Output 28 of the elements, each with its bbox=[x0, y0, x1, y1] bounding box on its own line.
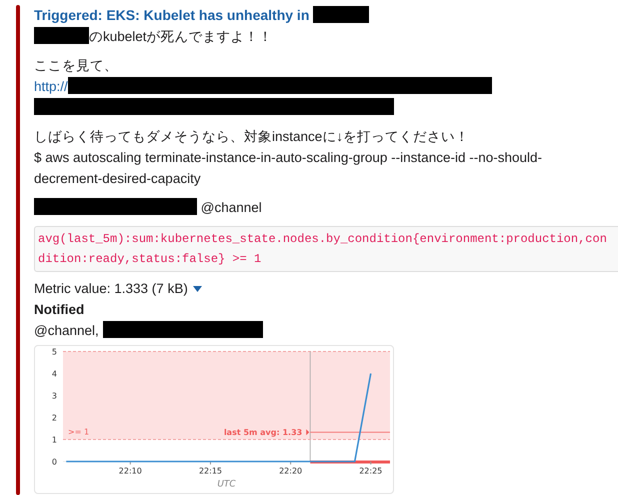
query-code-block: avg(last_5m):sum:kubernetes_state.nodes.by_condition{environment:production,condition:ready,status:false} >= 1 bbox=[34, 226, 618, 272]
caret-icon[interactable] bbox=[192, 286, 202, 292]
threshold-label: >= 1 bbox=[68, 428, 90, 436]
pointer-icon bbox=[306, 429, 310, 436]
message-text: ここを見て、 bbox=[34, 58, 118, 73]
y-tick-label: 1 bbox=[52, 436, 57, 444]
notified-heading: Notified bbox=[34, 301, 86, 319]
metric-value: Metric value: 1.333 (7 kB) bbox=[34, 280, 188, 298]
y-tick-label: 4 bbox=[52, 370, 57, 378]
command-text: $ aws autoscaling terminate-instance-in-auto-scaling-group --instance-id --no-should-decrement-desired-capacity bbox=[34, 150, 542, 186]
x-tick-label: 22:25 bbox=[359, 466, 382, 476]
x-tick-label: 22:20 bbox=[279, 466, 302, 476]
y-tick-label: 0 bbox=[52, 458, 57, 466]
url-link[interactable]: http:// bbox=[34, 79, 68, 94]
mention-text[interactable]: @channel bbox=[200, 200, 262, 215]
x-tick-label: 22:10 bbox=[118, 466, 142, 476]
message-text: のkubeletが死んでますよ！！ bbox=[89, 29, 273, 44]
x-axis-label: UTC bbox=[217, 480, 236, 490]
y-tick-label: 3 bbox=[52, 392, 57, 400]
notified-list: @channel, bbox=[34, 323, 102, 338]
message-text: しばらく待ってもダメそうなら、対象instanceに↓を打ってください！ bbox=[34, 129, 470, 144]
average-label: last 5m avg: 1.33 bbox=[224, 428, 302, 438]
y-tick-label: 2 bbox=[52, 414, 57, 422]
redaction-bar bbox=[313, 6, 370, 23]
x-tick-label: 22:15 bbox=[198, 466, 222, 476]
y-tick-label: 5 bbox=[52, 348, 57, 356]
alert-title[interactable]: Triggered: EKS: Kubelet has unhealthy in bbox=[34, 7, 314, 23]
redaction-bar bbox=[34, 27, 89, 44]
